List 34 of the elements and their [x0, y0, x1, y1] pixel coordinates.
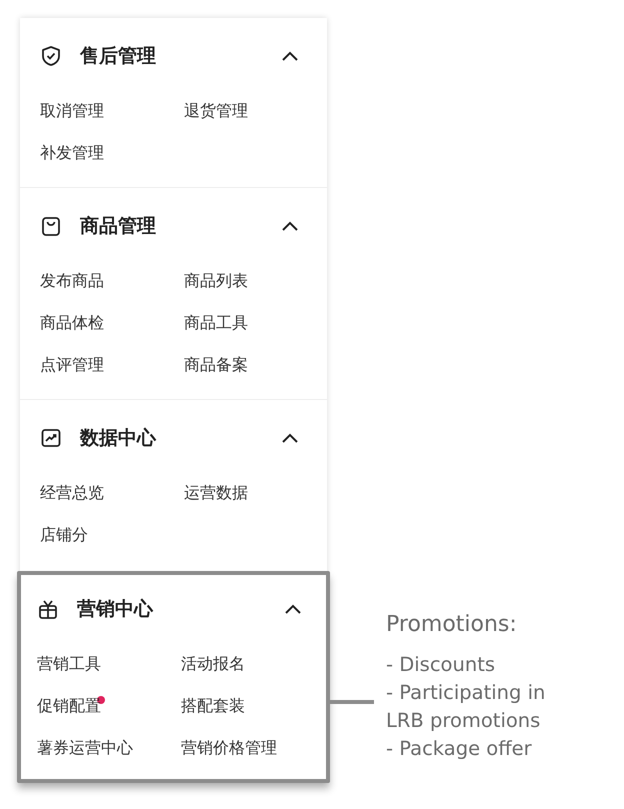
menu-item[interactable]: 店铺分 — [40, 524, 88, 546]
callout-text: - Participating in LRB promotions — [386, 680, 546, 734]
chart-icon — [40, 427, 62, 449]
menu-item[interactable]: 搭配套装 — [181, 696, 245, 716]
chevron-icon[interactable] — [281, 432, 299, 444]
chevron-icon[interactable] — [284, 603, 302, 615]
menu-item[interactable]: 取消管理 — [40, 100, 104, 122]
section-title[interactable]: 售后管理 — [80, 43, 281, 69]
menu-item[interactable]: 运营数据 — [184, 482, 248, 504]
gift-icon — [37, 598, 59, 620]
callout-title: Promotions: — [386, 612, 518, 637]
menu-item[interactable]: 商品备案 — [184, 354, 248, 376]
menu-item[interactable]: 促销配置 — [37, 696, 101, 716]
menu-item[interactable]: 薯券运营中心 — [37, 738, 133, 758]
section-title[interactable]: 营销中心 — [77, 596, 284, 622]
menu-item[interactable]: 发布商品 — [40, 270, 104, 292]
callout-text: - Discounts — [386, 652, 496, 678]
menu-item[interactable]: 商品工具 — [184, 312, 248, 334]
menu-item[interactable]: 营销价格管理 — [181, 738, 277, 758]
menu-item[interactable]: 商品列表 — [184, 270, 248, 292]
menu-item[interactable]: 退货管理 — [184, 100, 248, 122]
section-title[interactable]: 商品管理 — [80, 213, 281, 239]
chevron-icon[interactable] — [281, 50, 299, 62]
menu-item[interactable]: 活动报名 — [181, 654, 245, 674]
menu-item[interactable]: 经营总览 — [40, 482, 104, 504]
shield-check-icon — [40, 45, 62, 67]
menu-item[interactable]: 补发管理 — [40, 142, 104, 164]
callout-text: - Package offer — [386, 736, 533, 762]
section-title[interactable]: 数据中心 — [80, 425, 281, 451]
menu-item[interactable]: 点评管理 — [40, 354, 104, 376]
menu-item[interactable]: 商品体检 — [40, 312, 104, 334]
chevron-icon[interactable] — [281, 220, 299, 232]
menu-item[interactable]: 营销工具 — [37, 654, 101, 674]
bag-icon — [40, 215, 62, 237]
